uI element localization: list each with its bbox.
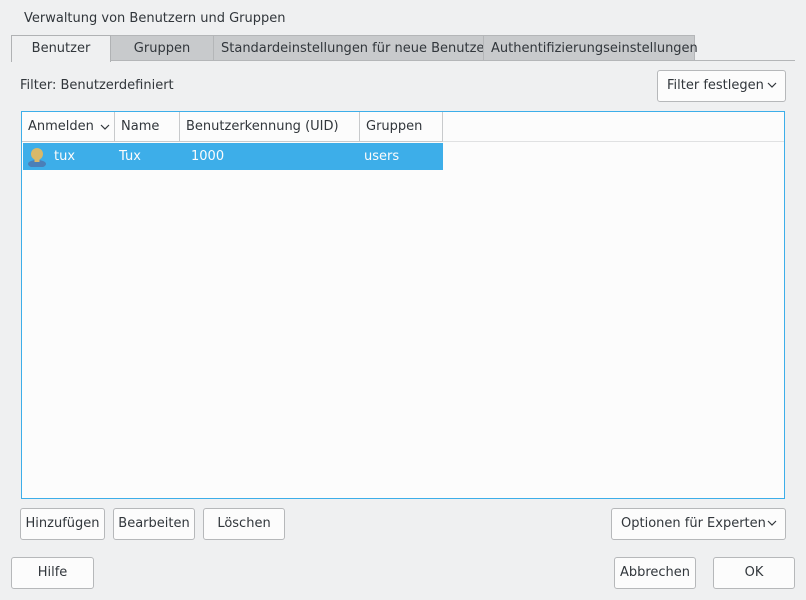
chevron-down-icon [767, 82, 777, 88]
column-header-groups[interactable]: Gruppen [360, 112, 443, 142]
filter-label: Filter: Benutzerdefiniert [20, 78, 174, 93]
column-header-uid[interactable]: Benutzerkennung (UID) [180, 112, 360, 142]
edit-button[interactable]: Bearbeiten [113, 508, 195, 540]
table-row[interactable]: tux Tux 1000 users [23, 143, 443, 170]
tab-users[interactable]: Benutzer [11, 35, 111, 62]
window-title: Verwaltung von Benutzern und Gruppen [24, 11, 286, 26]
table-header: Anmelden Name Benutzerkennung (UID) Grup… [22, 112, 443, 142]
tab-divider [11, 60, 795, 61]
column-header-name[interactable]: Name [115, 112, 180, 142]
delete-button[interactable]: Löschen [203, 508, 285, 540]
users-table[interactable]: Anmelden Name Benutzerkennung (UID) Grup… [21, 111, 785, 499]
add-button[interactable]: Hinzufügen [20, 508, 105, 540]
help-button[interactable]: Hilfe [11, 557, 94, 589]
cell-name: Tux [119, 149, 141, 164]
set-filter-label: Filter festlegen [667, 78, 764, 93]
tab-groups[interactable]: Gruppen [110, 35, 214, 61]
cell-uid: 1000 [191, 149, 225, 164]
tab-defaults-new-users[interactable]: Standardeinstellungen für neue Benutzer [213, 35, 490, 61]
sort-descending-icon [100, 124, 110, 130]
cancel-button[interactable]: Abbrechen [614, 557, 696, 589]
ok-button[interactable]: OK [713, 557, 795, 589]
cell-login: tux [54, 149, 76, 164]
chevron-down-icon [767, 520, 777, 526]
yast-users-dialog: Verwaltung von Benutzern und Gruppen Ben… [0, 0, 806, 600]
tab-authentication-settings[interactable]: Authentifizierungseinstellungen [483, 35, 698, 61]
expert-options-button[interactable]: Optionen für Experten [611, 508, 786, 540]
header-filler [443, 112, 784, 142]
expert-options-label: Optionen für Experten [621, 516, 766, 531]
tab-bar: Benutzer Gruppen Standardeinstellungen f… [11, 35, 698, 62]
column-header-login[interactable]: Anmelden [22, 112, 115, 142]
user-icon [28, 148, 46, 167]
set-filter-button[interactable]: Filter festlegen [657, 70, 786, 102]
cell-groups: users [364, 149, 400, 164]
